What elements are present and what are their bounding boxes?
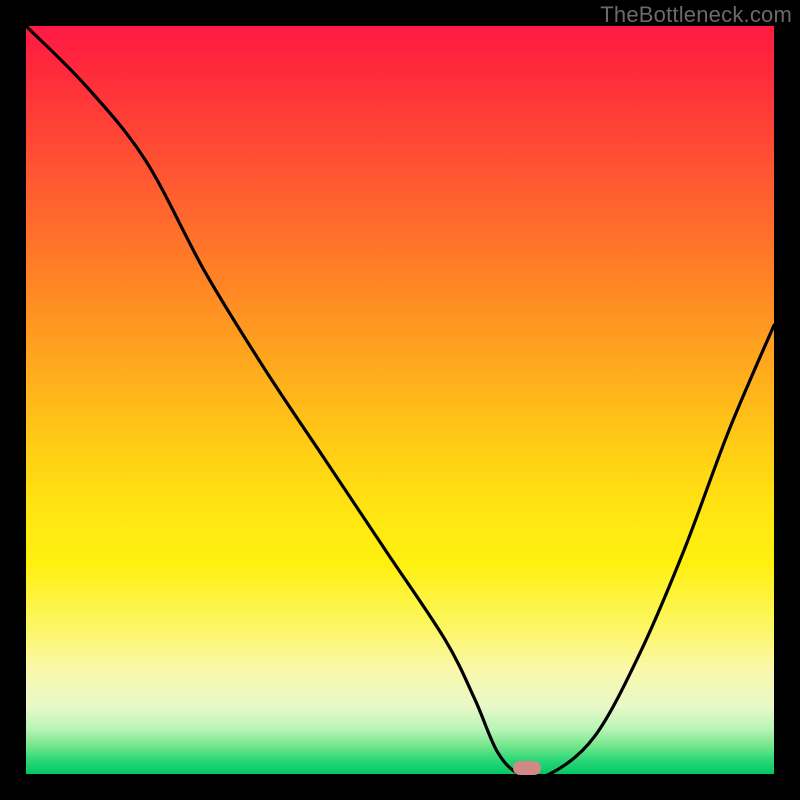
optimal-marker [513,761,541,775]
bottleneck-curve [26,26,774,774]
chart-frame: TheBottleneck.com [0,0,800,800]
watermark-text: TheBottleneck.com [600,2,792,28]
